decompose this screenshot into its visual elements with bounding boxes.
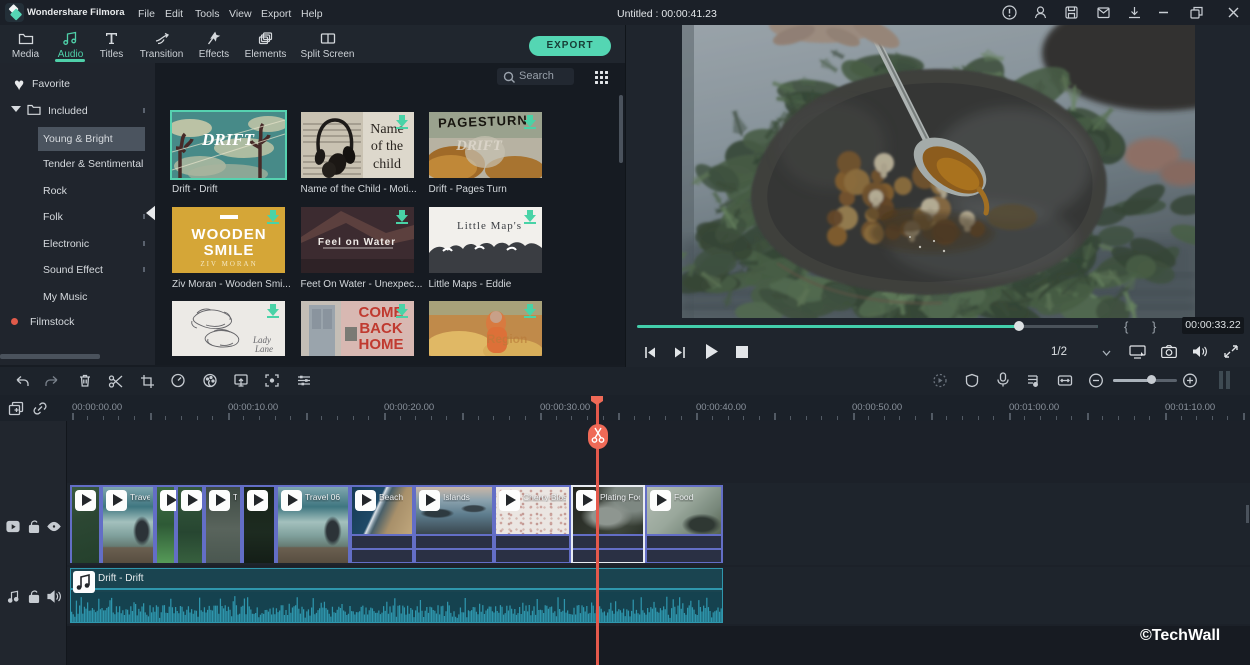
svg-text:of the: of the: [370, 139, 402, 154]
svg-text:HOME: HOME: [358, 336, 403, 353]
svg-text:ZIV MORAN: ZIV MORAN: [200, 260, 257, 268]
svg-text:BACK: BACK: [359, 320, 402, 337]
svg-text:Region: Region: [486, 332, 527, 346]
svg-text:DRIFT: DRIFT: [201, 130, 255, 149]
svg-text:Feel on Water: Feel on Water: [317, 237, 395, 248]
svg-text:DRIFT: DRIFT: [455, 138, 503, 154]
svg-text:child: child: [373, 157, 401, 172]
svg-text:Lane: Lane: [254, 344, 273, 354]
svg-text:SMILE: SMILE: [204, 242, 255, 259]
svg-text:WOODEN: WOODEN: [191, 226, 266, 243]
svg-text:PAGESTURN: PAGESTURN: [437, 112, 527, 130]
svg-text:Little Map's: Little Map's: [457, 220, 522, 232]
